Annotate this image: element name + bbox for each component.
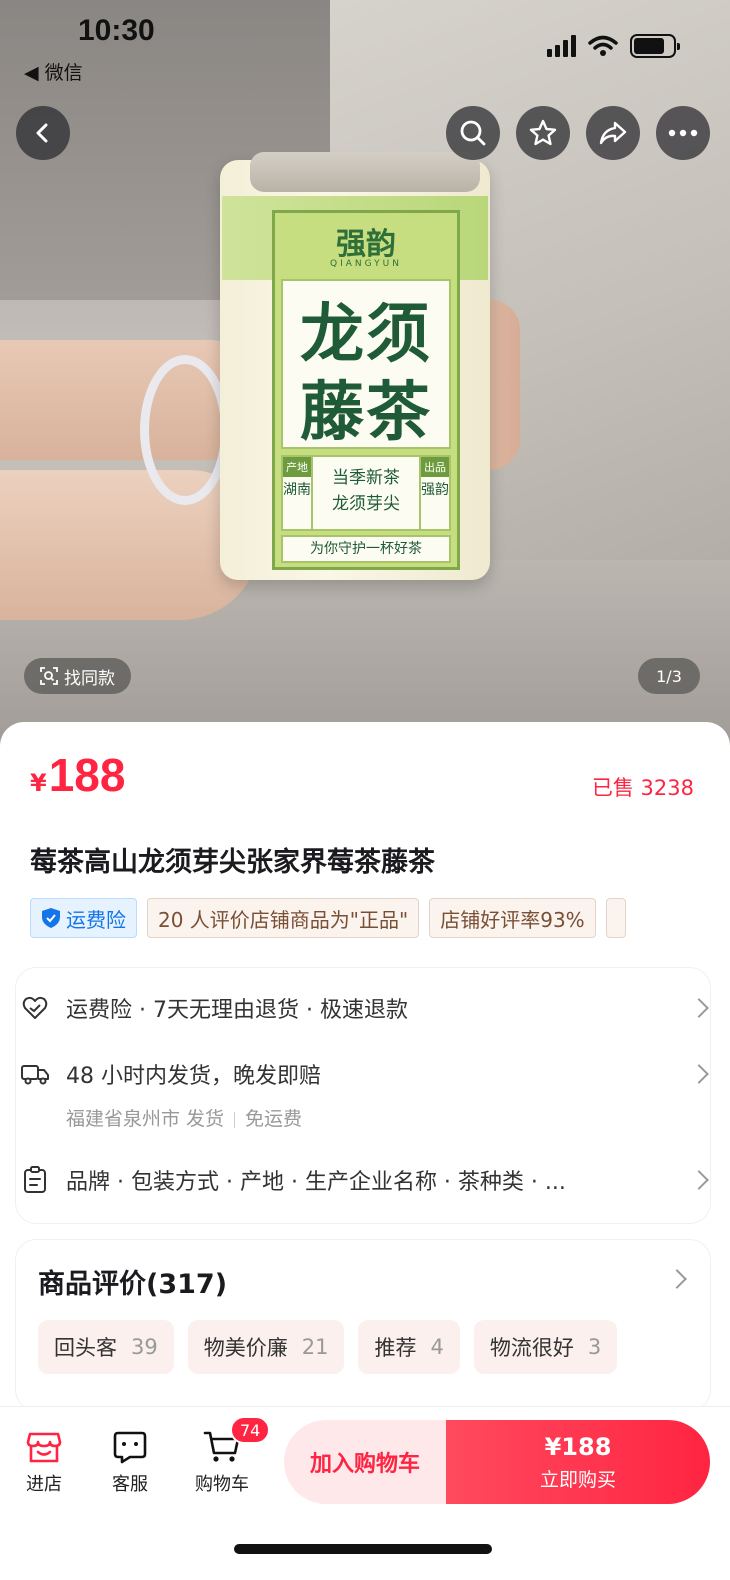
cart-count-badge: 74 [230, 1416, 271, 1444]
tag-label: 店铺好评率93% [440, 907, 585, 932]
cart-label: 购物车 [195, 1474, 249, 1495]
can-info-row: 产地 湖南 当季新茶 龙须芽尖 出品 强韵 [281, 455, 451, 531]
search-icon [460, 120, 486, 146]
chat-icon [113, 1431, 147, 1464]
can-origin-value: 湖南 [283, 482, 311, 498]
tag-authentic-reviews[interactable]: 20 人评价店铺商品为"正品" [147, 898, 420, 938]
shipping-text: 48 小时内发货，晚发即赔 [66, 1064, 321, 1089]
buy-now-button[interactable]: ¥188 立即购买 [446, 1420, 710, 1504]
search-button[interactable] [446, 106, 500, 160]
brand-logo-en: QIANGYUN [330, 259, 402, 269]
tag-more[interactable] [605, 898, 626, 938]
tea-can-lid [250, 152, 480, 192]
review-tag[interactable]: 推荐 4 [358, 1320, 460, 1374]
truck-icon [20, 1059, 50, 1089]
price-currency: ¥ [30, 769, 47, 797]
share-button[interactable] [586, 106, 640, 160]
wifi-icon [588, 35, 618, 56]
shipping-from: 福建省泉州市 发货 [66, 1108, 225, 1130]
store-icon [26, 1432, 62, 1463]
review-tag-label: 物流很好 [489, 1336, 574, 1360]
can-origin: 产地 湖南 [283, 457, 313, 529]
chevron-right-icon [689, 998, 709, 1018]
can-slogan: 为你守护一杯好茶 [281, 535, 451, 563]
add-to-cart-button[interactable]: 加入购物车 [284, 1420, 446, 1504]
scan-search-icon [40, 667, 58, 685]
product-title: 莓茶高山龙须芽尖张家界莓茶藤茶 [30, 847, 435, 878]
back-button[interactable] [16, 106, 70, 160]
guarantee-text: 运费险 · 7天无理由退货 · 极速退款 [66, 998, 408, 1023]
buy-now-price: ¥188 [544, 1432, 612, 1461]
review-tag-count: 4 [430, 1335, 444, 1359]
tag-label: 运费险 [66, 907, 126, 932]
brand-logo-cn: 强韵 [336, 227, 396, 262]
can-producer-value: 强韵 [421, 482, 449, 498]
store-label: 进店 [26, 1474, 62, 1495]
chevron-right-icon [689, 1064, 709, 1084]
clipboard-icon [20, 1165, 50, 1195]
can-producer: 出品 强韵 [419, 457, 449, 529]
review-tag[interactable]: 物流很好 3 [473, 1320, 618, 1374]
guarantee-row[interactable]: 运费险 · 7天无理由退货 · 极速退款 [20, 992, 709, 1024]
image-pager: 1/3 [638, 658, 700, 694]
shipping-row[interactable]: 48 小时内发货，晚发即赔 [20, 1058, 709, 1090]
tag-shipping-insurance[interactable]: 运费险 [30, 898, 137, 938]
status-icons [547, 34, 680, 58]
review-tags: 回头客 39 物美价廉 21 推荐 4 物流很好 3 [38, 1320, 618, 1374]
find-similar-label: 找同款 [64, 668, 115, 689]
buy-now-label: 立即购买 [539, 1468, 616, 1491]
sold-count: 已售 3238 [591, 776, 694, 800]
customer-service-label: 客服 [112, 1474, 148, 1495]
tea-can-label: 强韵 QIANGYUN 龙须 藤茶 产地 湖南 当季新茶 龙须芽尖 出品 强韵 … [272, 210, 460, 570]
customer-service-button[interactable]: 客服 [90, 1430, 170, 1496]
review-tag[interactable]: 回头客 39 [38, 1320, 174, 1374]
status-time: 10:30 [78, 14, 155, 47]
can-title-box: 龙须 藤茶 [281, 279, 451, 450]
more-icon [668, 129, 698, 137]
tag-label: 20 人评价店铺商品为"正品" [158, 907, 409, 932]
store-button[interactable]: 进店 [4, 1430, 84, 1496]
chevron-right-icon [689, 1170, 709, 1190]
can-title-line2: 藤茶 [300, 375, 432, 450]
can-info-mid: 当季新茶 龙须芽尖 [317, 465, 415, 517]
price: ¥ 188 [30, 748, 125, 802]
can-producer-tag: 出品 [421, 457, 449, 477]
share-icon [599, 121, 627, 145]
review-tag-label: 推荐 [374, 1336, 417, 1360]
find-similar-button[interactable]: 找同款 [24, 658, 131, 694]
review-tag-count: 21 [301, 1335, 329, 1359]
chevron-left-icon [36, 123, 48, 143]
params-row[interactable]: 品牌 · 包装方式 · 产地 · 生产企业名称 · 茶种类 · ... [20, 1164, 709, 1196]
reviews-title: 商品评价(317) [38, 1269, 228, 1300]
review-tag-label: 物美价廉 [203, 1336, 288, 1360]
can-info-line1: 当季新茶 [332, 468, 400, 488]
shipping-detail: 福建省泉州市 发货 免运费 [66, 1104, 302, 1131]
can-info-line2: 龙须芽尖 [332, 494, 400, 514]
favorite-button[interactable] [516, 106, 570, 160]
guarantee-icon [20, 993, 50, 1023]
home-indicator[interactable] [234, 1544, 492, 1554]
review-tag-label: 回头客 [54, 1336, 117, 1360]
more-button[interactable] [656, 106, 710, 160]
can-origin-tag: 产地 [283, 457, 311, 477]
review-tag[interactable]: 物美价廉 21 [187, 1320, 345, 1374]
signal-icon [547, 35, 576, 57]
shipping-fee: 免运费 [245, 1108, 303, 1130]
back-to-wechat-link[interactable]: ◀ 微信 [24, 58, 83, 85]
params-text: 品牌 · 包装方式 · 产地 · 生产企业名称 · 茶种类 · ... [66, 1170, 566, 1195]
bangle-graphic [140, 355, 230, 505]
star-icon [529, 119, 557, 146]
review-tag-count: 3 [587, 1335, 602, 1359]
price-value: 188 [48, 749, 126, 801]
product-tags: 运费险 20 人评价店铺商品为"正品" 店铺好评率93% [30, 898, 698, 938]
review-tag-count: 39 [131, 1335, 158, 1359]
battery-icon [630, 34, 680, 58]
tag-store-rating[interactable]: 店铺好评率93% [429, 898, 596, 938]
shield-check-icon [42, 908, 60, 928]
